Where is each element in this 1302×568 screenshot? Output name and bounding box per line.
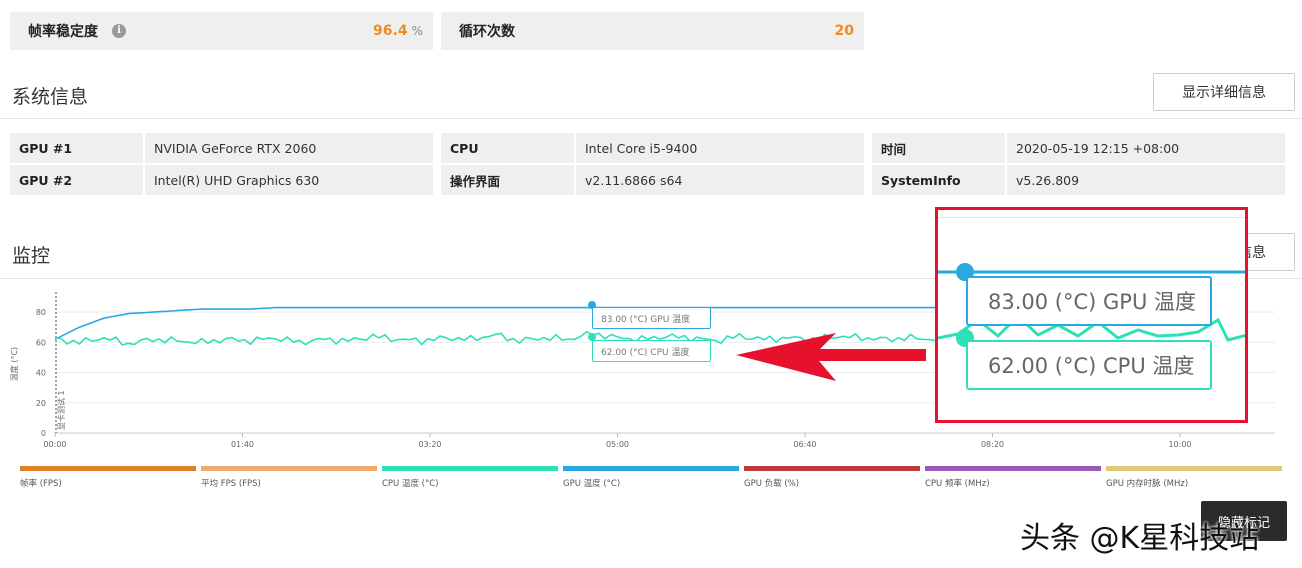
legend-label[interactable]: CPU 温度 (°C) (382, 477, 439, 489)
legend-label[interactable]: GPU 温度 (°C) (563, 477, 620, 489)
legend-swatch[interactable] (20, 466, 196, 471)
x-tick-label: 10:00 (1168, 440, 1191, 449)
zoom-cpu-tooltip: 62.00 (°C) CPU 温度 (966, 340, 1212, 390)
legend-swatch[interactable] (744, 466, 920, 471)
x-tick-label: 00:00 (43, 440, 66, 449)
legend-label[interactable]: 帧率 (FPS) (20, 477, 62, 489)
x-tick-label: 05:00 (606, 440, 629, 449)
legend-swatch[interactable] (925, 466, 1101, 471)
zoom-gpu-tooltip: 83.00 (°C) GPU 温度 (966, 276, 1212, 326)
y-tick-label: 20 (36, 399, 46, 408)
zoom-inset: 83.00 (°C) GPU 温度 62.00 (°C) CPU 温度 (935, 207, 1248, 423)
legend-swatch[interactable] (201, 466, 377, 471)
test-marker-label: 显卡测试 1 (56, 390, 66, 430)
y-tick-label: 40 (36, 369, 46, 378)
legend-label[interactable]: 平均 FPS (FPS) (201, 477, 261, 489)
watermark: 头条 @K星科技站 (1020, 521, 1260, 556)
gpu-tooltip: 83.00 (°C) GPU 温度 (592, 307, 711, 329)
x-tick-label: 06:40 (793, 440, 816, 449)
legend-label[interactable]: GPU 负载 (%) (744, 477, 799, 489)
legend-swatch[interactable] (563, 466, 739, 471)
cpu-tooltip: 62.00 (°C) CPU 温度 (592, 340, 711, 362)
y-axis-label: 温度 (°C) (9, 347, 19, 381)
legend-label[interactable]: GPU 内存时脉 (MHz) (1106, 477, 1188, 489)
y-tick-label: 0 (41, 429, 46, 438)
x-tick-label: 03:20 (418, 440, 441, 449)
legend-swatch[interactable] (1106, 466, 1282, 471)
x-tick-label: 01:40 (231, 440, 254, 449)
y-tick-label: 80 (36, 308, 46, 317)
x-tick-label: 08:20 (981, 440, 1004, 449)
legend-swatch[interactable] (382, 466, 558, 471)
y-tick-label: 60 (36, 338, 46, 347)
legend-label[interactable]: CPU 频率 (MHz) (925, 477, 990, 489)
